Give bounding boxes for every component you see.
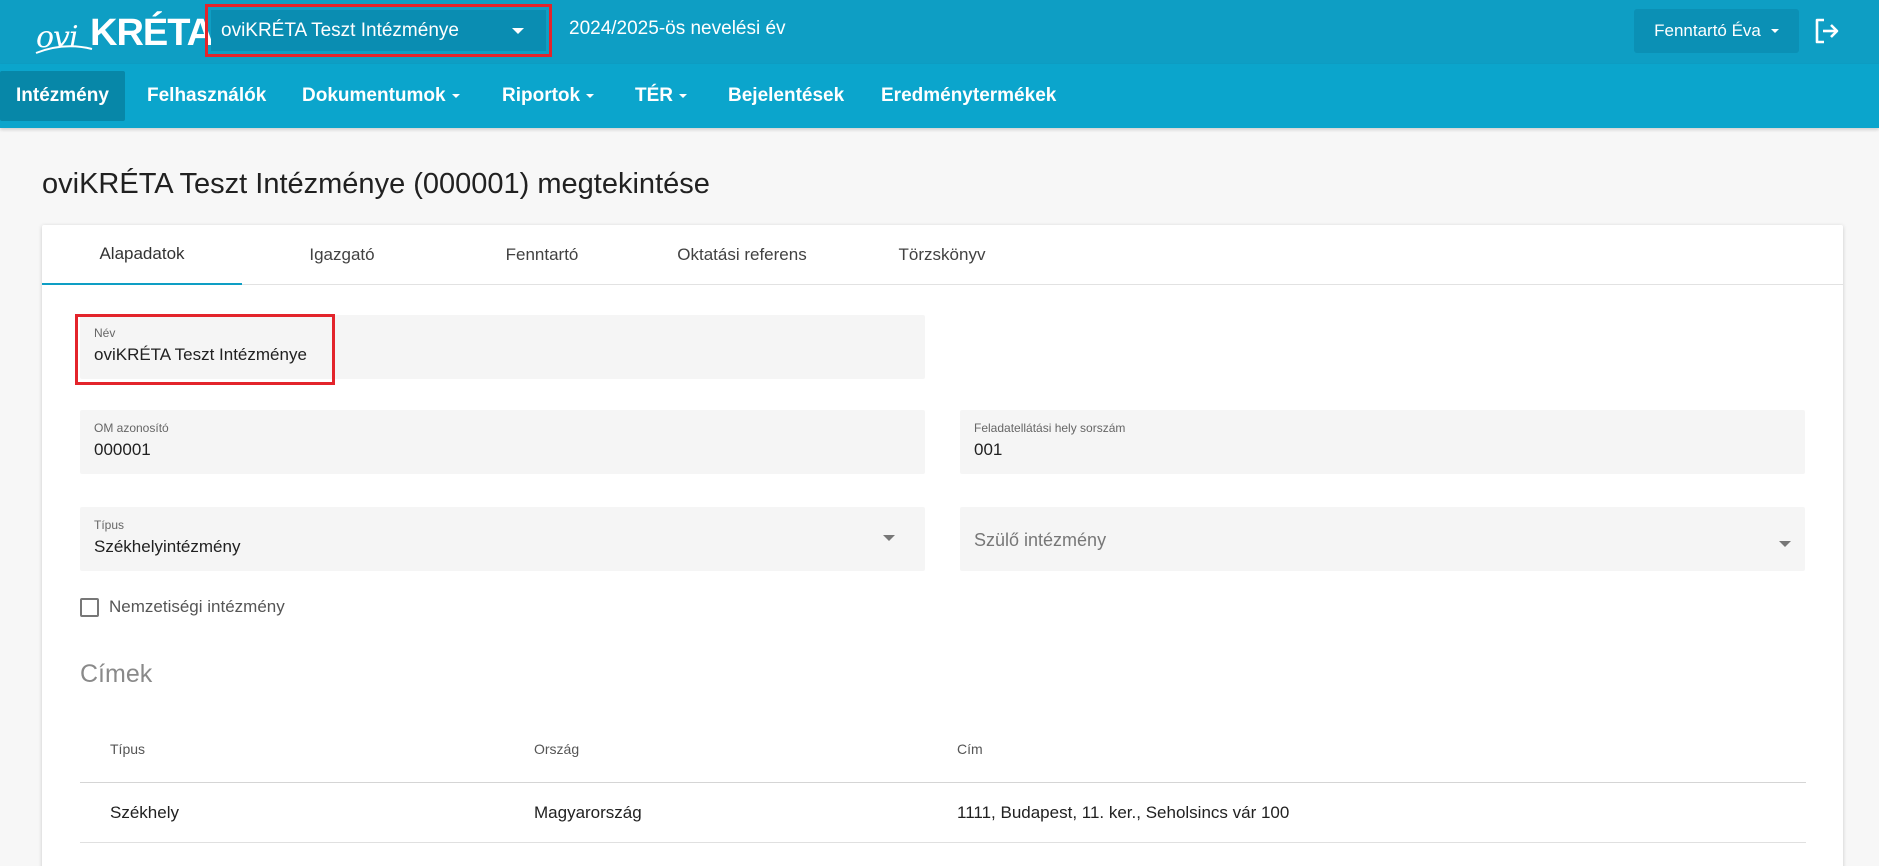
nav-item-dokumentumok[interactable]: Dokumentumok xyxy=(286,71,476,121)
nav-item-riportok[interactable]: Riportok xyxy=(486,71,610,121)
nav-item-felhasznalok[interactable]: Felhasználók xyxy=(131,71,282,121)
logo-swoosh-icon xyxy=(35,45,93,54)
tab-bar: Alapadatok Igazgató Fenntartó Oktatási r… xyxy=(42,225,1843,285)
national-institution-label: Nemzetiségi intézmény xyxy=(109,597,285,616)
om-id-field[interactable]: OM azonosító 000001 xyxy=(80,410,925,474)
nav-label: Bejelentések xyxy=(728,85,845,106)
om-id-label: OM azonosító xyxy=(94,421,169,435)
tab-torzskonyv[interactable]: Törzskönyv xyxy=(842,225,1042,285)
site-number-label: Feladatellátási hely sorszám xyxy=(974,421,1126,435)
nav-label: Dokumentumok xyxy=(302,85,446,106)
tab-alapadatok[interactable]: Alapadatok xyxy=(42,225,242,285)
caret-down-icon xyxy=(451,94,460,98)
column-header-address: Cím xyxy=(957,740,983,757)
type-select-value: Székhelyintézmény xyxy=(94,537,241,556)
parent-institution-placeholder: Szülő intézmény xyxy=(974,530,1107,550)
user-menu-button[interactable]: Fenntartó Éva xyxy=(1634,9,1799,53)
type-select[interactable]: Típus Székhelyintézmény xyxy=(80,507,925,571)
addresses-section-title: Címek xyxy=(80,660,153,688)
main-nav: Intézmény Felhasználók Dokumentumok Ripo… xyxy=(0,64,1879,128)
caret-down-icon xyxy=(1770,29,1779,33)
institution-select[interactable]: oviKRÉTA Teszt Intézménye xyxy=(211,10,546,51)
column-header-country: Ország xyxy=(534,740,580,757)
table-cell-type: Székhely xyxy=(110,802,179,822)
name-field-highlight xyxy=(75,314,335,385)
parent-institution-select[interactable]: Szülő intézmény xyxy=(960,507,1805,571)
national-institution-checkbox[interactable] xyxy=(80,597,99,617)
site-number-value: 001 xyxy=(974,440,1003,459)
nav-item-ter[interactable]: TÉR xyxy=(619,71,703,121)
table-cell-address: 1111, Budapest, 11. ker., Seholsincs vár… xyxy=(957,802,1290,822)
institution-select-highlight: oviKRÉTA Teszt Intézménye xyxy=(205,4,552,57)
table-header-divider xyxy=(80,782,1806,783)
type-select-label: Típus xyxy=(94,518,125,532)
nav-item-eredmenytermekek[interactable]: Eredménytermékek xyxy=(865,71,1072,121)
caret-down-icon xyxy=(586,94,595,98)
tab-oktatasi-referens[interactable]: Oktatási referens xyxy=(642,225,842,285)
site-number-field[interactable]: Feladatellátási hely sorszám 001 xyxy=(960,410,1805,474)
tab-igazgato[interactable]: Igazgató xyxy=(242,225,442,285)
nav-label: TÉR xyxy=(635,85,673,106)
ovikreta-logo[interactable]: ovi KRÉTA xyxy=(34,8,214,58)
chevron-down-icon xyxy=(512,28,524,34)
national-institution-row: Nemzetiségi intézmény xyxy=(80,597,285,617)
caret-down-icon xyxy=(679,94,687,98)
nav-item-bejelentesek[interactable]: Bejelentések xyxy=(712,71,860,121)
table-cell-country: Magyarország xyxy=(534,802,642,822)
nav-label: Intézmény xyxy=(16,85,109,106)
chevron-down-icon xyxy=(1779,541,1791,547)
user-name: Fenntartó Éva xyxy=(1654,21,1761,40)
institution-card: Alapadatok Igazgató Fenntartó Oktatási r… xyxy=(42,225,1843,866)
logo-kreta-text: KRÉTA xyxy=(90,12,214,54)
nav-label: Felhasználók xyxy=(147,85,267,106)
institution-select-value: oviKRÉTA Teszt Intézménye xyxy=(221,19,459,41)
nav-label: Riportok xyxy=(502,85,581,106)
nav-item-intezmeny[interactable]: Intézmény xyxy=(0,71,125,121)
school-year-label: 2024/2025-ös nevelési év xyxy=(569,18,786,39)
table-row-divider xyxy=(80,842,1806,843)
om-id-value: 000001 xyxy=(94,440,151,459)
page-title: oviKRÉTA Teszt Intézménye (000001) megte… xyxy=(42,168,710,200)
nav-label: Eredménytermékek xyxy=(881,85,1057,106)
top-bar: ovi KRÉTA oviKRÉTA Teszt Intézménye 2024… xyxy=(0,0,1879,64)
column-header-type: Típus xyxy=(110,740,146,757)
tab-fenntarto[interactable]: Fenntartó xyxy=(442,225,642,285)
chevron-down-icon xyxy=(883,535,895,541)
logout-icon[interactable] xyxy=(1812,16,1842,46)
